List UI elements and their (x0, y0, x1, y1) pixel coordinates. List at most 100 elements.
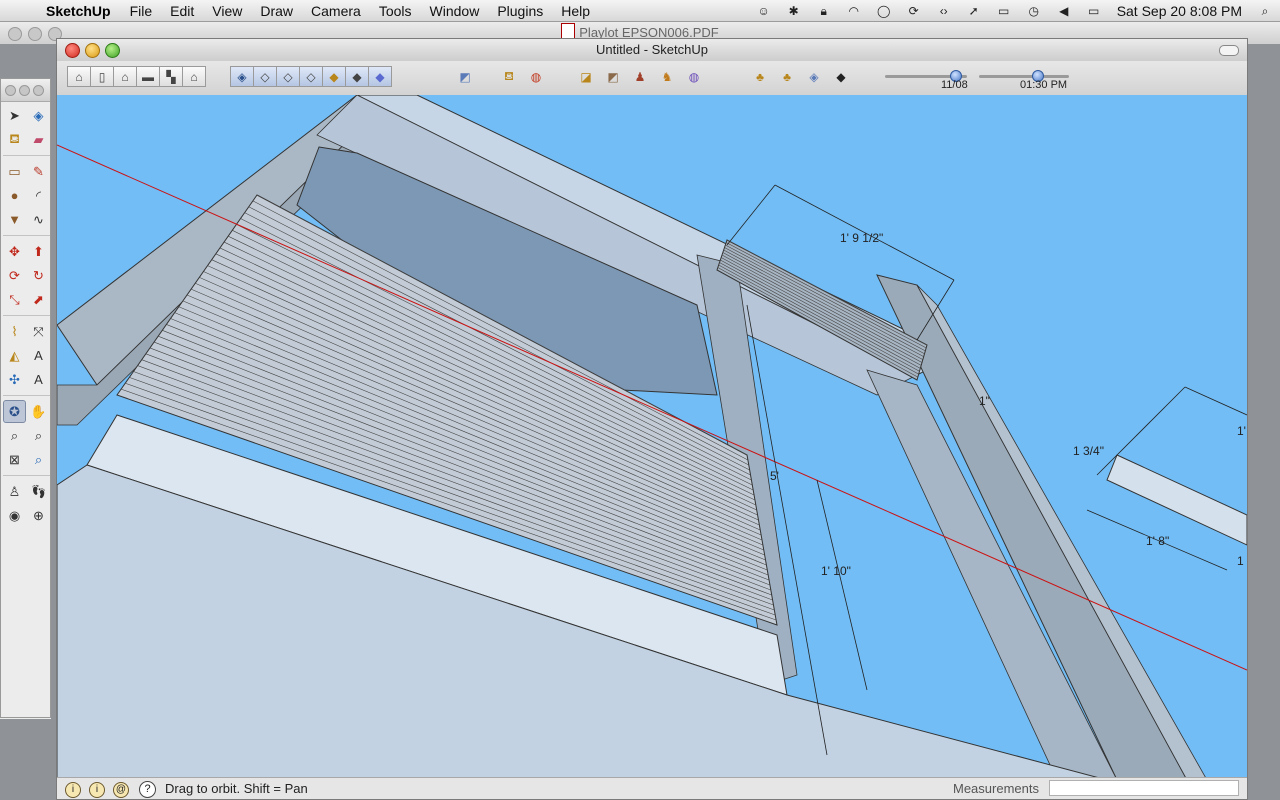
menu-help[interactable]: Help (561, 3, 590, 19)
top-view-icon[interactable]: ▯ (90, 66, 113, 87)
menu-draw[interactable]: Draw (260, 3, 293, 19)
component-2-icon[interactable]: ♣ (775, 66, 799, 87)
shaded-textures-icon[interactable]: ◆ (345, 66, 368, 87)
make-component-icon[interactable]: ◈ (27, 104, 50, 127)
back-edges-icon[interactable]: ◇ (253, 66, 276, 87)
component-4-icon[interactable]: ◆ (829, 66, 853, 87)
line-tool-icon[interactable]: ✎ (27, 160, 50, 183)
hidden-line-icon[interactable]: ◇ (299, 66, 322, 87)
eraser-icon[interactable]: ▰ (27, 128, 50, 151)
battery-icon[interactable]: ▭ (1083, 4, 1105, 18)
text-tool-icon[interactable]: A (27, 344, 50, 367)
rectangle-tool-icon[interactable]: ▭ (3, 160, 26, 183)
section-display-icon[interactable]: ◩ (453, 66, 477, 87)
google-earth-icon[interactable]: ◍ (682, 66, 706, 87)
add-location-icon[interactable]: ♞ (655, 66, 679, 87)
window-zoom-icon[interactable] (105, 43, 120, 58)
move-tool-icon[interactable]: ✥ (3, 240, 26, 263)
menu-app-name[interactable]: SketchUp (46, 3, 111, 19)
time-slider[interactable] (979, 75, 1069, 78)
credits-icon[interactable]: i (89, 782, 105, 798)
get-models-icon[interactable]: ◪ (574, 66, 598, 87)
lock-icon[interactable]: 🔒︎ (813, 4, 835, 18)
tape-measure-icon[interactable]: ⌇ (3, 320, 26, 343)
toolbar-toggle-icon[interactable] (1219, 45, 1239, 56)
shaded-icon[interactable]: ◆ (322, 66, 345, 87)
push-pull-tool-icon[interactable]: ⬆ (27, 240, 50, 263)
time-machine-icon[interactable]: ◷ (1023, 4, 1045, 18)
share-model-icon[interactable]: ◩ (601, 66, 625, 87)
look-around-icon[interactable]: ◉ (3, 504, 26, 527)
colors-icon[interactable]: ◍ (524, 66, 548, 87)
help-icon[interactable]: ? (139, 781, 156, 798)
walk-tool-icon[interactable]: 👣︎ (27, 480, 50, 503)
wireframe-icon[interactable]: ◇ (276, 66, 299, 87)
polygon-tool-icon[interactable]: ▼ (3, 208, 26, 231)
left-view-icon[interactable]: ⌂ (182, 66, 206, 87)
window-close-icon[interactable] (65, 43, 80, 58)
section-plane-icon[interactable]: ⊕ (27, 504, 50, 527)
rotate-tool-icon[interactable]: ⟳ (3, 264, 26, 287)
3d-text-icon[interactable]: A (27, 368, 50, 391)
menu-clock[interactable]: Sat Sep 20 8:08 PM (1117, 3, 1242, 19)
palette-minimize-icon[interactable] (19, 85, 30, 96)
front-view-icon[interactable]: ⌂ (113, 66, 136, 87)
iso-view-icon[interactable]: ⌂ (67, 66, 90, 87)
orbit-tool-icon[interactable]: ✪ (3, 400, 26, 423)
chat-icon[interactable]: ◯ (873, 4, 895, 18)
scale-tool-icon[interactable]: ⤡ (3, 288, 26, 311)
window-minimize-icon[interactable] (85, 43, 100, 58)
component-1-icon[interactable]: ♣ (748, 66, 772, 87)
menu-edit[interactable]: Edit (170, 3, 194, 19)
code-icon[interactable]: ‹› (933, 4, 955, 18)
volume-icon[interactable]: ◀ (1053, 4, 1075, 18)
follow-me-tool-icon[interactable]: ↻ (27, 264, 50, 287)
geo-location-icon[interactable]: i (65, 782, 81, 798)
monochrome-icon[interactable]: ◆ (368, 66, 392, 87)
select-tool-icon[interactable]: ➤ (3, 104, 26, 127)
zoom-window-icon[interactable]: ⌕ (27, 424, 50, 447)
wifi-icon[interactable]: ◠ (843, 4, 865, 18)
sync-icon[interactable]: ⟳ (903, 4, 925, 18)
position-camera-icon[interactable]: ♙ (3, 480, 26, 503)
pan-tool-icon[interactable]: ✋ (27, 400, 50, 423)
accessibility-icon[interactable]: ☺ (753, 4, 775, 18)
back-view-icon[interactable]: ▚ (159, 66, 182, 87)
zoom-tool-icon[interactable]: ⌕ (3, 424, 26, 447)
xray-icon[interactable]: ◈ (230, 66, 253, 87)
spotlight-search-icon[interactable]: ⌕ (1254, 4, 1276, 18)
axes-tool-icon[interactable]: ✣ (3, 368, 26, 391)
offset-tool-icon[interactable]: ⬈ (27, 288, 50, 311)
right-view-icon[interactable]: ▬ (136, 66, 159, 87)
menu-window[interactable]: Window (430, 3, 480, 19)
display-icon[interactable]: ▭ (993, 4, 1015, 18)
dimension-tool-icon[interactable]: ⤧ (27, 320, 50, 343)
menu-camera[interactable]: Camera (311, 3, 361, 19)
menu-tools[interactable]: Tools (379, 3, 412, 19)
measurements-input[interactable] (1049, 780, 1239, 796)
tool-palette-titlebar[interactable] (1, 79, 50, 102)
arc-tool-icon[interactable]: ◜ (27, 184, 50, 207)
sketchup-titlebar[interactable]: Untitled - SketchUp (57, 39, 1247, 61)
bg-minimize-icon[interactable] (28, 27, 42, 41)
location-icon[interactable]: ➚ (963, 4, 985, 18)
tool-palette: ➤ ◈ ⛾ ▰ ▭ ✎ ● ◜ ▼ ∿ ✥ ⬆ ⟳ ↻ ⤡ ⬈ ⌇ ⤧ ◭ A … (0, 78, 51, 718)
previous-view-icon[interactable]: ⌕ (27, 448, 50, 471)
bg-close-icon[interactable] (8, 27, 22, 41)
protractor-icon[interactable]: ◭ (3, 344, 26, 367)
modeling-viewport[interactable]: 1' 9 1/2" 1' 10" 5' 1" 1 3/4" 1' 8" 1 1' (57, 95, 1247, 780)
freehand-tool-icon[interactable]: ∿ (27, 208, 50, 231)
paint-bucket-icon[interactable]: ⛾ (3, 128, 26, 151)
palette-zoom-icon[interactable] (33, 85, 44, 96)
user-account-icon[interactable]: @ (113, 782, 129, 798)
menu-file[interactable]: File (130, 3, 153, 19)
menu-plugins[interactable]: Plugins (497, 3, 543, 19)
get-photo-texture-icon[interactable]: ♟ (628, 66, 652, 87)
circle-tool-icon[interactable]: ● (3, 184, 26, 207)
zoom-extents-icon[interactable]: ⊠ (3, 448, 26, 471)
menu-view[interactable]: View (212, 3, 242, 19)
component-3-icon[interactable]: ◈ (802, 66, 826, 87)
bluetooth-icon[interactable]: ✱ (783, 4, 805, 18)
palette-close-icon[interactable] (5, 85, 16, 96)
materials-icon[interactable]: ⛾ (497, 66, 521, 87)
